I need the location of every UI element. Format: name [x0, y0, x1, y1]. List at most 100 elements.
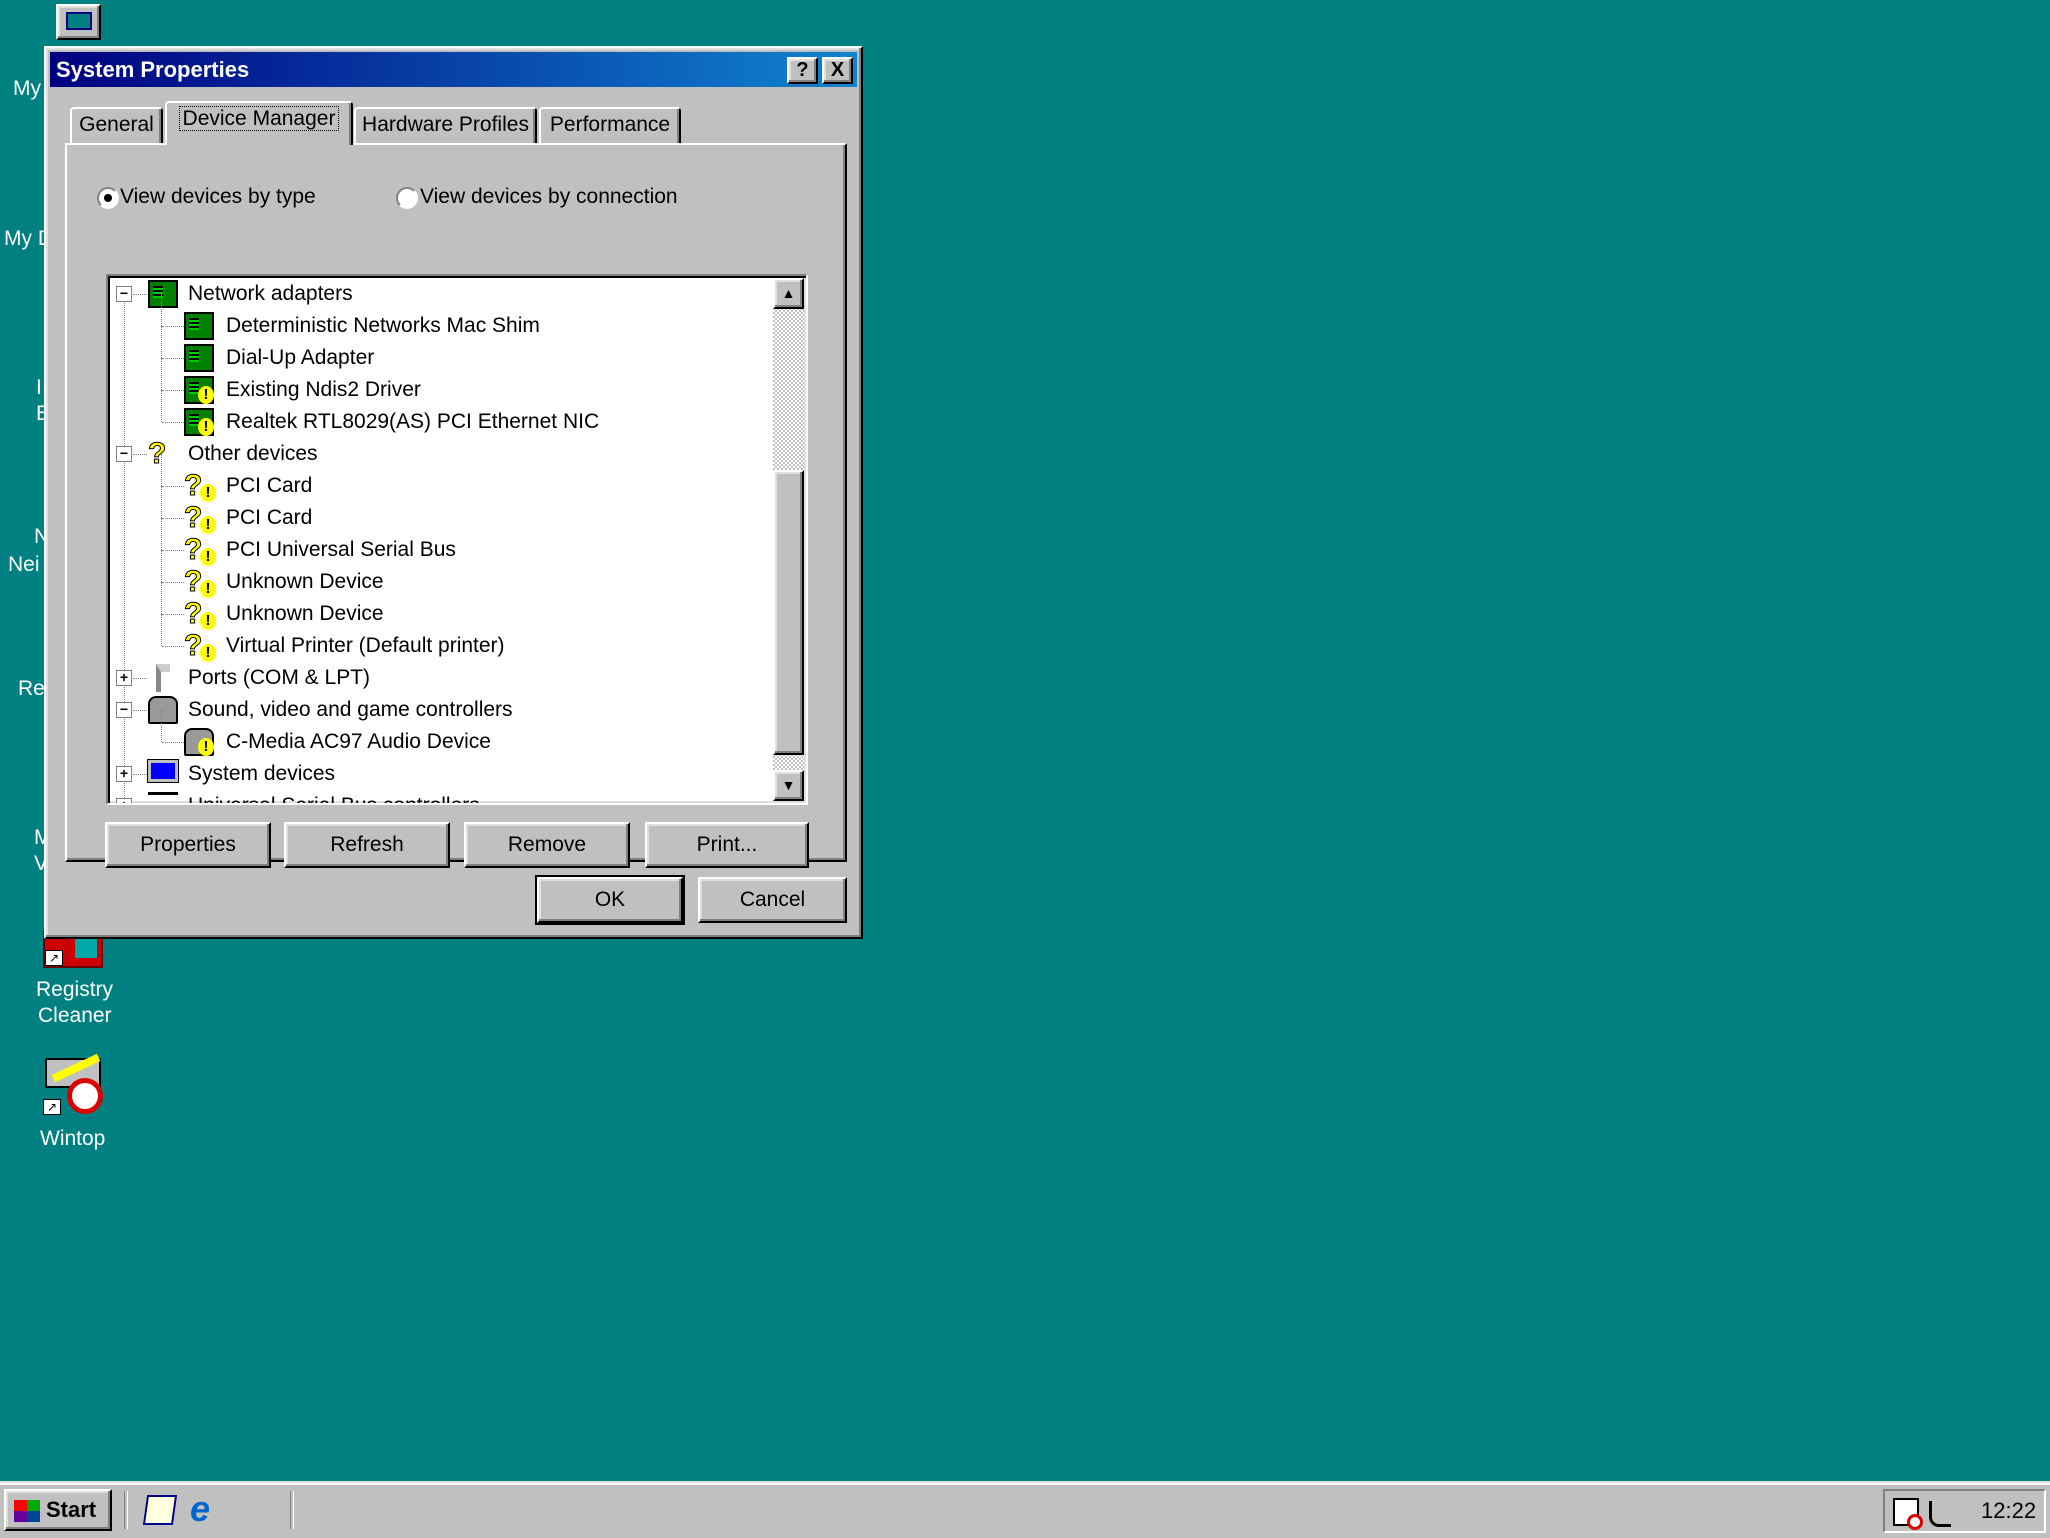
question-warning-icon: ?!	[183, 566, 216, 598]
view-by-type-radio[interactable]	[97, 187, 119, 209]
quicklaunch-separator	[124, 1491, 128, 1529]
dialog-title: System Properties	[56, 57, 250, 82]
warning-icon: !	[200, 644, 216, 662]
tree-line	[161, 358, 162, 390]
taskbar-separator	[290, 1491, 294, 1529]
tree-item-label: C-Media AC97 Audio Device	[226, 730, 491, 753]
view-by-type-label[interactable]: View devices by type	[120, 185, 316, 209]
tree-line	[162, 326, 184, 327]
tree-item-label: Virtual Printer (Default printer)	[226, 634, 505, 657]
warning-icon: !	[200, 484, 216, 502]
wintop-icon[interactable]: ↗	[43, 1053, 105, 1119]
refresh-button[interactable]: Refresh	[284, 822, 450, 868]
network-adapter-icon	[148, 280, 178, 308]
window-icon	[65, 12, 92, 30]
warning-icon: !	[200, 548, 216, 566]
registry-cleaner-label[interactable]: Registry	[36, 978, 113, 1002]
tree-item-label: Realtek RTL8029(AS) PCI Ethernet NIC	[226, 410, 600, 433]
warning-icon: !	[200, 580, 216, 598]
tree-line	[161, 454, 162, 486]
tree-line	[133, 294, 147, 295]
scheduler-icon[interactable]	[1893, 1498, 1923, 1530]
show-desktop-icon[interactable]	[142, 1495, 178, 1525]
view-by-connection-label[interactable]: View devices by connection	[420, 185, 678, 209]
scroll-up-button[interactable]: ▲	[773, 278, 804, 309]
question-warning-icon: ?!	[183, 502, 216, 534]
tree-expander[interactable]: +	[116, 798, 132, 803]
tree-line	[162, 742, 184, 743]
tree-line	[162, 422, 184, 423]
scroll-down-button[interactable]: ▼	[773, 770, 804, 801]
tree-line	[162, 486, 184, 487]
tab-label: Device Manager	[178, 106, 340, 131]
tree-line	[161, 614, 162, 646]
title-bar[interactable]: System Properties ? X	[50, 52, 857, 87]
tree-line	[162, 518, 184, 519]
tree-expander[interactable]: +	[116, 766, 132, 782]
tree-line	[133, 678, 147, 679]
desktop-icon-label[interactable]: My	[13, 77, 41, 101]
device-manager-panel: View devices by type View devices by con…	[65, 143, 847, 868]
warning-icon: !	[200, 612, 216, 630]
tree-item-label: Network adapters	[188, 282, 353, 305]
system-tray: 12:22	[1883, 1489, 2046, 1533]
tab-label: Hardware Profiles	[362, 113, 529, 136]
question-warning-icon: ?!	[183, 630, 216, 662]
tab-general[interactable]: General	[70, 107, 163, 143]
desktop-icon-window[interactable]	[56, 4, 101, 40]
tree-item-label: Sound, video and game controllers	[188, 698, 513, 721]
close-button[interactable]: X	[822, 57, 853, 84]
tree-item-label: Universal Serial Bus controllers	[188, 790, 480, 803]
tree-item-label: Unknown Device	[226, 602, 384, 625]
tree-expander[interactable]: −	[116, 446, 132, 462]
tree-line	[162, 358, 184, 359]
wintop-label[interactable]: Wintop	[40, 1127, 105, 1151]
tree-line	[161, 550, 162, 582]
tree-line	[161, 518, 162, 550]
tree-item-label: PCI Universal Serial Bus	[226, 538, 456, 561]
system-properties-dialog: System Properties ? X General Device Man…	[44, 46, 863, 939]
tree-item-label: Dial-Up Adapter	[226, 346, 375, 369]
scroll-thumb[interactable]	[773, 470, 804, 755]
desktop-icon-label[interactable]: Re	[18, 677, 45, 701]
vertical-scrollbar[interactable]: ▲ ▼	[773, 278, 804, 801]
question-warning-icon: ?!	[183, 534, 216, 566]
desktop-icon-label[interactable]: Nei	[8, 553, 40, 577]
remove-button[interactable]: Remove	[464, 822, 630, 868]
network-adapter-warning-icon: !	[184, 376, 214, 404]
print-button[interactable]: Print...	[645, 822, 809, 868]
registry-cleaner-label[interactable]: Cleaner	[38, 1004, 112, 1028]
network-tray-icon[interactable]	[1929, 1501, 1951, 1527]
cube-icon	[75, 936, 97, 958]
desktop-icon-label[interactable]: I	[36, 376, 42, 400]
tree-line	[133, 774, 147, 775]
tree-line	[161, 582, 162, 614]
warning-icon: !	[200, 516, 216, 534]
tree-expander[interactable]: +	[116, 670, 132, 686]
tree-item-label: Ports (COM & LPT)	[188, 666, 371, 689]
tree-line	[133, 710, 147, 711]
properties-button[interactable]: Properties	[105, 822, 271, 868]
start-button[interactable]: Start	[4, 1489, 112, 1531]
internet-explorer-icon[interactable]: e	[190, 1491, 224, 1527]
view-by-connection-radio[interactable]	[396, 187, 418, 209]
device-tree[interactable]: − Network adapters Deterministic Networks …	[106, 274, 808, 805]
tree-line	[162, 550, 184, 551]
tree-expander[interactable]: −	[116, 286, 132, 302]
start-label: Start	[46, 1497, 97, 1522]
tab-device-manager[interactable]: Device Manager	[165, 101, 353, 145]
tab-performance[interactable]: Performance	[539, 107, 681, 143]
computer-icon	[147, 759, 179, 783]
cancel-button[interactable]: Cancel	[698, 877, 847, 923]
network-adapter-warning-icon: !	[184, 408, 214, 436]
help-button[interactable]: ?	[787, 57, 818, 84]
tree-line	[162, 614, 184, 615]
tab-hardware-profiles[interactable]: Hardware Profiles	[354, 107, 537, 143]
question-icon: ?	[147, 437, 167, 470]
tab-label: Performance	[549, 113, 671, 136]
clock[interactable]: 12:22	[1981, 1491, 2036, 1531]
ok-button[interactable]: OK	[535, 875, 685, 925]
taskbar: Start e 12:22	[0, 1481, 2050, 1538]
tree-expander[interactable]: −	[116, 702, 132, 718]
tree-item-label: System devices	[188, 762, 336, 785]
